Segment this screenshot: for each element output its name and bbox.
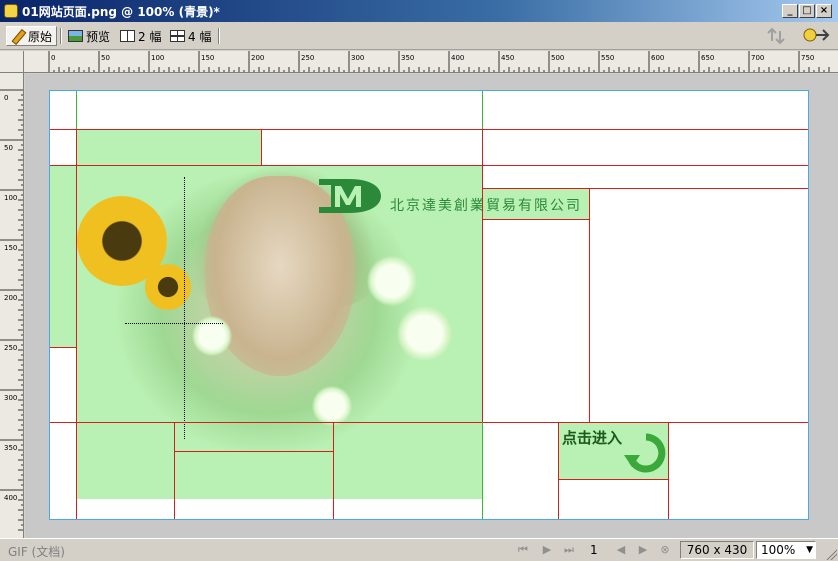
ruler-corner: [0, 51, 24, 73]
ruler-label: 50: [4, 144, 13, 152]
slice-top-green[interactable]: [77, 129, 262, 166]
toolbar-separator: [60, 28, 62, 44]
ruler-label: 550: [601, 54, 614, 62]
image-icon: [68, 30, 83, 42]
ruler-label: 150: [201, 54, 214, 62]
zoom-select[interactable]: 100% ▼: [756, 541, 816, 559]
ruler-label: 700: [751, 54, 764, 62]
image-size: 760 x 430: [680, 541, 754, 559]
two-up-button[interactable]: 2 幅: [116, 26, 165, 46]
ruler-label: 150: [4, 244, 17, 252]
ruler-label: 300: [4, 394, 17, 402]
lily-flower: [397, 306, 452, 361]
minimize-button[interactable]: _: [782, 4, 798, 18]
original-view-button[interactable]: 原始: [6, 26, 58, 46]
preview-label: 预览: [86, 29, 111, 44]
maximize-button[interactable]: □: [799, 4, 815, 18]
ruler-label: 0: [51, 54, 55, 62]
slice-line-h[interactable]: [50, 422, 808, 423]
horizontal-ruler[interactable]: 0 50 100 150 200 250 300 350 400 450 500 550 600 650 7…: [24, 51, 838, 73]
ruler-label: 400: [451, 54, 464, 62]
vertical-ruler[interactable]: 0 50 100 150 200 250 300 350 400: [0, 73, 24, 538]
ruler-label: 500: [551, 54, 564, 62]
slice-line-h[interactable]: [175, 451, 334, 452]
ruler-label: 250: [301, 54, 314, 62]
chevron-down-icon: ▼: [806, 545, 813, 555]
four-up-label: 4 幅: [188, 29, 212, 44]
ruler-label: 350: [4, 444, 17, 452]
ruler-label: 400: [4, 494, 17, 502]
company-name: 北京達美創業貿易有限公司: [390, 198, 582, 214]
ruler-label: 0: [4, 94, 8, 102]
lily-flower: [312, 386, 352, 426]
four-pane-icon: [170, 30, 185, 42]
export-arrows-icon[interactable]: [766, 27, 788, 45]
four-up-button[interactable]: 4 幅: [166, 26, 215, 46]
enter-label[interactable]: 点击进入: [562, 427, 622, 448]
close-button[interactable]: ×: [816, 4, 832, 18]
ruler-label: 100: [4, 194, 17, 202]
ruler-label: 250: [4, 344, 17, 352]
slice-line-h[interactable]: [483, 219, 589, 220]
dm-logo: [319, 179, 381, 213]
slice-line-v[interactable]: [668, 422, 669, 519]
resize-grip-icon[interactable]: [825, 548, 837, 560]
ruler-label: 450: [501, 54, 514, 62]
ruler-label: 200: [4, 294, 17, 302]
current-frame: 1: [590, 543, 598, 557]
ruler-label: 650: [701, 54, 714, 62]
slice-line-h[interactable]: [50, 347, 77, 348]
quick-export-icon[interactable]: [802, 26, 832, 46]
slice-line-h[interactable]: [50, 165, 808, 166]
view-toolbar: 原始 预览 2 幅 4 幅: [0, 22, 838, 50]
title-bar: 01网站页面.png @ 100% (青景)* _ □ ×: [0, 0, 838, 22]
status-bar: GIF (文档) ⏮ ▶ ⏭ 1 ◀ ▶ ⊗ 760 x 430 100% ▼: [0, 538, 838, 561]
ruler-label: 350: [401, 54, 414, 62]
play-icon[interactable]: ▶: [540, 544, 554, 556]
ruler-label: 200: [251, 54, 264, 62]
ruler-label: 750: [801, 54, 814, 62]
slice-left-green[interactable]: [50, 166, 77, 347]
document-workspace[interactable]: 北京達美創業貿易有限公司 点击进入: [25, 74, 838, 538]
banner-photo: [77, 166, 483, 499]
lily-flower: [367, 256, 417, 306]
window-title: 01网站页面.png @ 100% (青景)*: [22, 5, 220, 19]
next-frame-icon[interactable]: ▶: [636, 544, 650, 556]
two-up-label: 2 幅: [138, 29, 162, 44]
slice-line-h[interactable]: [559, 479, 669, 480]
two-pane-icon: [120, 30, 135, 42]
file-format-info: GIF (文档): [8, 545, 65, 559]
enter-arrow-icon[interactable]: [624, 431, 668, 475]
last-frame-icon[interactable]: ⏭: [562, 544, 576, 556]
slice-line-v[interactable]: [482, 129, 483, 422]
first-frame-icon[interactable]: ⏮: [516, 544, 530, 556]
ruler-label: 300: [351, 54, 364, 62]
slice-line-h[interactable]: [50, 129, 808, 130]
slice-line-v[interactable]: [174, 422, 175, 519]
slice-line-v[interactable]: [333, 422, 334, 519]
app-icon: [4, 4, 18, 18]
lily-flower: [192, 316, 232, 356]
ruler-label: 100: [151, 54, 164, 62]
pencil-icon: [11, 29, 25, 43]
document-canvas[interactable]: 北京達美創業貿易有限公司 点击进入: [49, 90, 809, 520]
toolbar-separator: [218, 28, 220, 44]
selection-marquee-v: [184, 177, 185, 439]
selection-marquee-h: [125, 323, 223, 324]
zoom-value: 100%: [761, 543, 796, 557]
slice-line-h[interactable]: [483, 188, 808, 189]
original-view-label: 原始: [28, 29, 53, 44]
ruler-label: 50: [101, 54, 110, 62]
slice-line-v[interactable]: [76, 129, 77, 519]
slice-line-v[interactable]: [589, 188, 590, 422]
ruler-label: 600: [651, 54, 664, 62]
stop-icon[interactable]: ⊗: [658, 544, 672, 556]
preview-button[interactable]: 预览: [64, 26, 114, 46]
slice-line-v[interactable]: [261, 129, 262, 166]
slice-line-v[interactable]: [558, 422, 559, 519]
prev-frame-icon[interactable]: ◀: [614, 544, 628, 556]
